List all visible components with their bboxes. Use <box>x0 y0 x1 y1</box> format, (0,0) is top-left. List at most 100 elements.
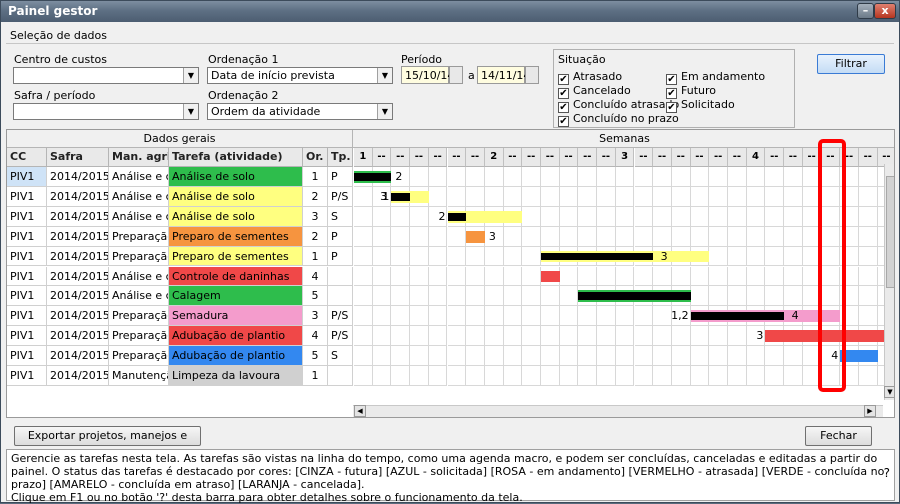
week-cell[interactable] <box>597 206 616 227</box>
week-cell[interactable] <box>503 246 523 267</box>
week-cell[interactable] <box>634 186 654 207</box>
week-cell[interactable] <box>709 246 728 267</box>
week-cell[interactable] <box>653 326 672 347</box>
tarefa-cell[interactable]: Adubação de plantio <box>169 326 303 347</box>
week-cell[interactable] <box>728 266 747 287</box>
man-agric-cell[interactable]: Análise e co <box>109 167 169 187</box>
date-to-picker-button[interactable] <box>525 66 539 84</box>
week-cell[interactable] <box>391 246 411 267</box>
week-cell[interactable] <box>447 366 467 386</box>
week-cell[interactable] <box>410 306 429 327</box>
scroll-left-button[interactable]: ◀ <box>354 405 366 417</box>
week-cell[interactable] <box>653 346 672 366</box>
week-cell[interactable] <box>728 346 747 366</box>
ordem-cell[interactable]: 5 <box>303 346 328 366</box>
week-cell[interactable] <box>597 167 616 187</box>
week-cell[interactable] <box>447 167 467 187</box>
week-cell[interactable] <box>354 246 373 267</box>
week-cell[interactable] <box>709 226 728 247</box>
week-cell[interactable] <box>690 226 710 247</box>
tipo-cell[interactable]: P <box>328 246 353 267</box>
week-cell[interactable] <box>784 346 803 366</box>
week-cell[interactable] <box>559 346 579 366</box>
week-cell[interactable] <box>597 366 616 386</box>
week-cell[interactable] <box>447 346 467 366</box>
man-agric-cell[interactable]: Preparação d <box>109 306 169 327</box>
week-cell[interactable] <box>354 326 373 347</box>
week-cell[interactable] <box>372 326 392 347</box>
week-cell[interactable] <box>372 246 392 267</box>
week-cell[interactable] <box>428 246 448 267</box>
week-cell[interactable] <box>615 266 635 287</box>
week-cell[interactable] <box>559 286 579 307</box>
week-cell[interactable] <box>372 306 392 327</box>
week-cell[interactable] <box>597 266 616 287</box>
week-cell[interactable] <box>466 366 485 386</box>
week-cell[interactable] <box>410 226 429 247</box>
safra-cell[interactable]: 2014/2015 <box>47 226 109 247</box>
week-cell[interactable] <box>728 326 747 347</box>
week-cell[interactable] <box>709 186 728 207</box>
week-cell[interactable] <box>466 266 485 287</box>
week-cell[interactable] <box>410 246 429 267</box>
week-cell[interactable] <box>447 286 467 307</box>
week-cell[interactable] <box>522 266 541 287</box>
week-cell[interactable] <box>784 226 803 247</box>
week-cell[interactable] <box>709 286 728 307</box>
week-cell[interactable] <box>765 167 785 187</box>
checkbox-em-andamento[interactable]: ✔ Em andamento <box>666 70 765 85</box>
week-cell[interactable] <box>372 366 392 386</box>
scroll-thumb[interactable] <box>886 176 894 288</box>
week-cell[interactable] <box>784 266 803 287</box>
week-cell[interactable] <box>671 186 691 207</box>
week-cell[interactable] <box>765 246 785 267</box>
week-cell[interactable] <box>746 366 766 386</box>
tipo-cell[interactable]: P/S <box>328 306 353 327</box>
tarefa-cell[interactable]: Preparo de sementes <box>169 246 303 267</box>
cc-cell[interactable]: PIV1 <box>7 226 47 247</box>
week-cell[interactable] <box>784 366 803 386</box>
week-cell[interactable] <box>784 167 803 187</box>
chevron-down-icon[interactable]: ▼ <box>183 68 198 83</box>
man-agric-cell[interactable]: Análise e co <box>109 186 169 207</box>
week-cell[interactable] <box>634 266 654 287</box>
week-cell[interactable] <box>709 366 728 386</box>
week-cell[interactable] <box>578 346 598 366</box>
week-cell[interactable] <box>484 266 504 287</box>
week-cell[interactable] <box>858 246 878 267</box>
week-cell[interactable] <box>484 346 504 366</box>
week-cell[interactable] <box>728 246 747 267</box>
week-cell[interactable] <box>784 206 803 227</box>
tipo-cell[interactable]: S <box>328 346 353 366</box>
tarefa-cell[interactable]: Adubação de plantio <box>169 346 303 366</box>
week-cell[interactable] <box>690 266 710 287</box>
tipo-cell[interactable] <box>328 366 353 386</box>
week-cell[interactable] <box>615 326 635 347</box>
week-cell[interactable] <box>372 226 392 247</box>
ordem-cell[interactable]: 4 <box>303 266 328 287</box>
week-cell[interactable] <box>597 226 616 247</box>
week-cell[interactable] <box>391 346 411 366</box>
week-cell[interactable] <box>765 186 785 207</box>
week-cell[interactable] <box>671 226 691 247</box>
week-cell[interactable] <box>578 326 598 347</box>
week-cell[interactable] <box>858 286 878 307</box>
week-cell[interactable] <box>354 186 373 207</box>
week-cell[interactable] <box>503 306 523 327</box>
week-cell[interactable] <box>522 186 541 207</box>
week-cell[interactable] <box>653 167 672 187</box>
week-cell[interactable] <box>728 186 747 207</box>
week-cell[interactable] <box>858 366 878 386</box>
minimize-button[interactable]: – <box>857 3 874 19</box>
week-cell[interactable] <box>410 286 429 307</box>
tarefa-cell[interactable]: Calagem <box>169 286 303 307</box>
week-cell[interactable] <box>671 266 691 287</box>
week-cell[interactable] <box>634 206 654 227</box>
ordem-cell[interactable]: 1 <box>303 366 328 386</box>
week-cell[interactable] <box>428 286 448 307</box>
week-cell[interactable] <box>671 326 691 347</box>
week-cell[interactable] <box>428 306 448 327</box>
week-cell[interactable] <box>653 306 672 327</box>
checkbox-solicitado[interactable]: ✔ Solicitado <box>666 98 735 113</box>
column-header[interactable]: Man. agric. <box>109 148 169 167</box>
